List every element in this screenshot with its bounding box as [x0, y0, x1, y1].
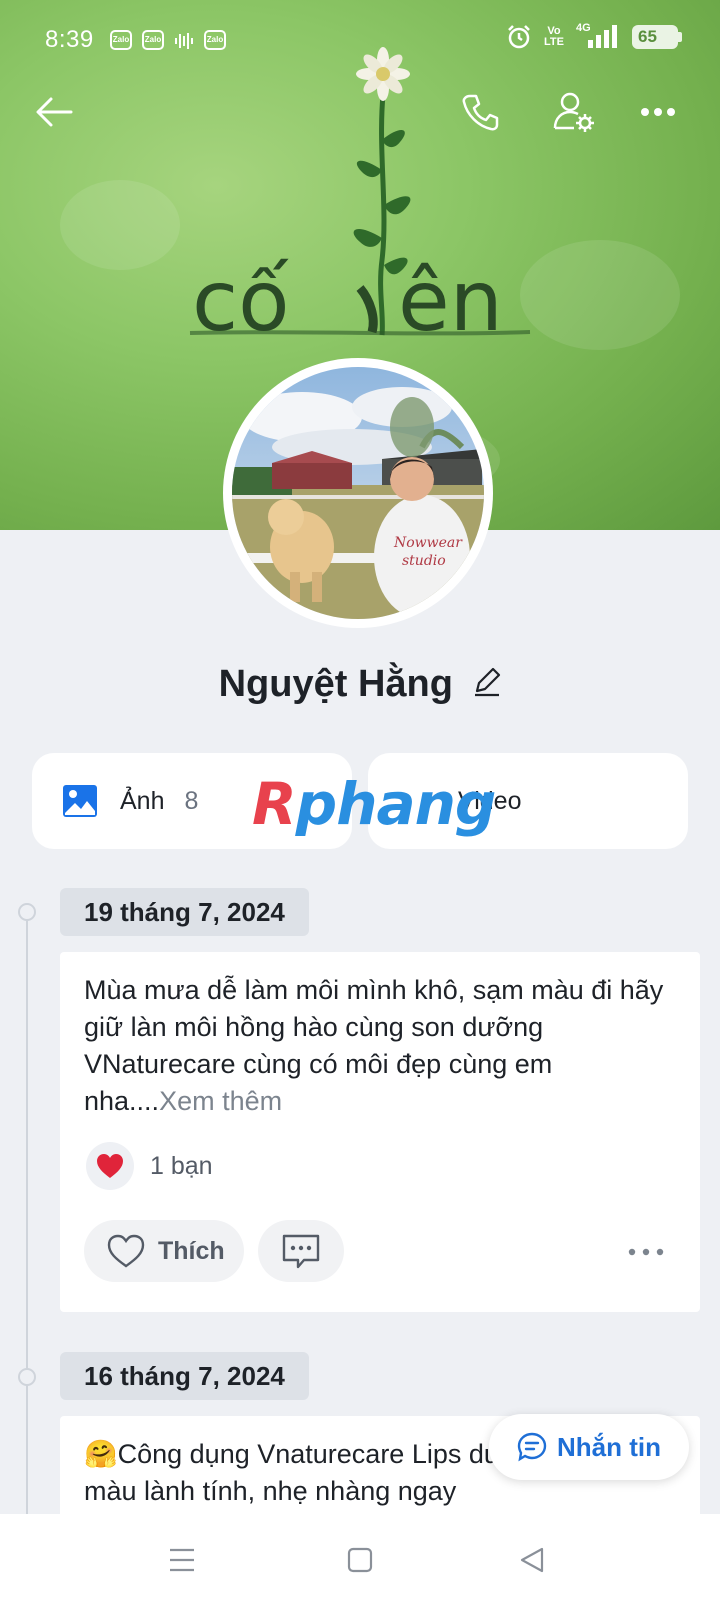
- more-horizontal-icon: [628, 1248, 664, 1256]
- see-more-link[interactable]: Xem thêm: [159, 1086, 282, 1116]
- heart-reaction-icon: [86, 1142, 134, 1190]
- alarm-icon: [508, 25, 530, 49]
- post-date: 16 tháng 7, 2024: [60, 1352, 309, 1400]
- home-button[interactable]: [340, 1540, 380, 1580]
- image-icon: [63, 785, 97, 817]
- pencil-icon: [475, 667, 501, 697]
- like-label: Thích: [158, 1236, 225, 1265]
- profile-name-row: Nguyệt Hằng: [0, 663, 720, 706]
- send-message-label: Nhắn tin: [557, 1431, 661, 1462]
- send-message-button[interactable]: Nhắn tin: [489, 1414, 689, 1480]
- audio-wave-icon: [175, 33, 193, 49]
- cover-text-left: cố: [192, 252, 290, 350]
- phone-icon: [462, 94, 499, 131]
- status-bar: 8:39 Zalo Zalo Zalo Vo LTE 4G 65: [0, 0, 720, 82]
- post-more-button[interactable]: [616, 1232, 676, 1272]
- heart-outline-icon: [107, 1234, 145, 1268]
- call-button[interactable]: [452, 84, 508, 140]
- more-horizontal-icon: [641, 108, 675, 116]
- recents-button[interactable]: [162, 1540, 202, 1580]
- post-card[interactable]: Mùa mưa dễ làm môi mình khô, sạm màu đi …: [60, 952, 700, 1312]
- back-button[interactable]: [26, 84, 82, 140]
- comment-button[interactable]: [258, 1220, 344, 1282]
- profile-avatar[interactable]: Nowwear studio: [223, 358, 493, 628]
- post-date: 19 tháng 7, 2024: [60, 888, 309, 936]
- status-time: 8:39: [45, 26, 94, 53]
- timeline-dot: [18, 1368, 36, 1386]
- profile-settings-button[interactable]: [546, 84, 602, 140]
- svg-text:studio: studio: [402, 553, 446, 569]
- avatar-photo: Nowwear studio: [232, 367, 484, 619]
- top-navigation: [0, 84, 720, 144]
- watermark-logo: Rphang: [252, 770, 496, 838]
- zalo-notification-icon: Zalo: [142, 30, 164, 50]
- more-options-button[interactable]: [630, 84, 686, 140]
- volte-indicator: Vo LTE: [544, 25, 564, 48]
- system-navigation-bar: [0, 1514, 720, 1604]
- timeline-dot: [18, 903, 36, 921]
- like-button[interactable]: Thích: [84, 1220, 244, 1282]
- photos-count: 8: [184, 786, 199, 815]
- menu-lines-icon: [170, 1548, 194, 1572]
- profile-name: Nguyệt Hằng: [218, 663, 453, 705]
- signal-4g-icon: 4G: [576, 22, 620, 50]
- edit-name-button[interactable]: [473, 667, 501, 702]
- zalo-notification-icon: Zalo: [204, 30, 226, 50]
- reaction-summary[interactable]: 1 bạn: [86, 1142, 213, 1190]
- chat-bubble-icon: [517, 1432, 547, 1462]
- square-icon: [347, 1547, 373, 1573]
- svg-text:Nowwear: Nowwear: [393, 535, 463, 551]
- zalo-notification-icon: Zalo: [110, 30, 132, 50]
- back-system-button[interactable]: [512, 1540, 552, 1580]
- cover-text-right: ên: [398, 252, 503, 350]
- battery-indicator: 65: [632, 25, 682, 49]
- photos-label: Ảnh: [120, 786, 165, 815]
- triangle-back-icon: [520, 1547, 544, 1573]
- comment-icon: [282, 1234, 320, 1269]
- reaction-count: 1 bạn: [150, 1151, 213, 1180]
- timeline-line: [26, 912, 28, 1524]
- post-text: Mùa mưa dễ làm môi mình khô, sạm màu đi …: [84, 975, 664, 1116]
- arrow-left-icon: [36, 97, 73, 127]
- user-settings-icon: [553, 92, 594, 132]
